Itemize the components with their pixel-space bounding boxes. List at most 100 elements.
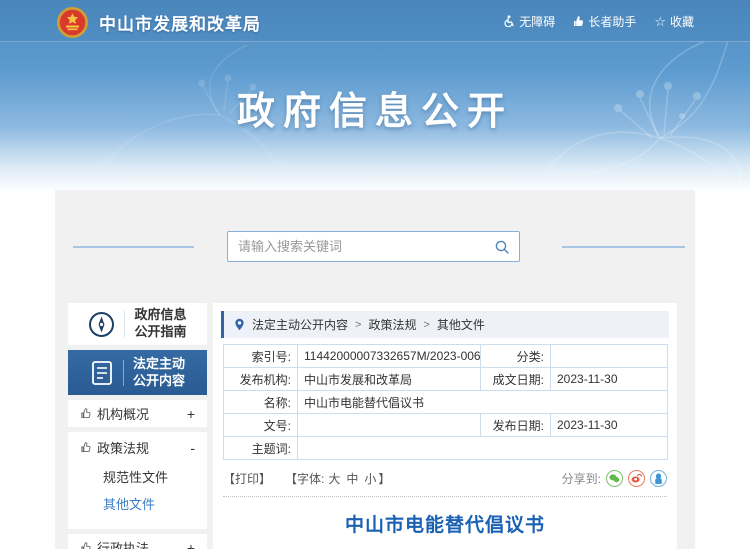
category-value (551, 345, 668, 368)
font-size-suffix: 】 (378, 470, 390, 487)
doc-number-value (298, 414, 481, 437)
sidebar-menu-policies: 政策法规 - 规范性文件 其他文件 (68, 432, 207, 529)
font-size-prefix: 【字体: (285, 470, 324, 487)
sidebar-item-enforcement[interactable]: 行政执法 + (68, 534, 207, 549)
breadcrumb-separator: > (423, 319, 429, 331)
thumb-icon (81, 542, 91, 549)
doc-number-label: 文号: (224, 414, 298, 437)
written-date-value: 2023-11-30 (551, 368, 668, 391)
main-panel: 法定主动公开内容 > 政策法规 > 其他文件 索引号: 114420000073… (213, 303, 677, 549)
font-medium-button[interactable]: 中 (346, 470, 358, 487)
keywords-label: 主题词: (224, 437, 298, 460)
font-small-button[interactable]: 小 (364, 470, 376, 487)
publish-date-label: 发布日期: (481, 414, 551, 437)
search-button[interactable] (485, 232, 519, 261)
compass-icon (88, 311, 115, 338)
weibo-share-button[interactable] (628, 470, 645, 487)
submenu-label: 其他文件 (103, 494, 155, 513)
article-title: 中山市电能替代倡议书 (213, 510, 677, 537)
menu-label: 行政执法 (97, 538, 149, 549)
elder-assistant-label: 长者助手 (588, 13, 636, 30)
share-controls: 分享到: (562, 470, 667, 487)
sidebar-guide-label: 政府信息 公开指南 (134, 307, 186, 341)
divider (223, 496, 667, 497)
written-date-label: 成文日期: (481, 368, 551, 391)
wheelchair-icon (503, 15, 515, 27)
breadcrumb: 法定主动公开内容 > 政策法规 > 其他文件 (221, 311, 669, 338)
sidebar-item-guide[interactable]: 政府信息 公开指南 (68, 303, 207, 345)
wechat-icon (609, 474, 620, 483)
top-links: 无障碍 长者助手 ☆ 收藏 (503, 0, 694, 42)
expand-icon[interactable]: + (187, 540, 195, 549)
sidebar-item-policies[interactable]: 政策法规 - (68, 432, 207, 463)
table-row: 名称: 中山市电能替代倡议书 (224, 391, 668, 414)
top-bar: 中山市发展和改革局 无障碍 长者助手 (0, 0, 750, 42)
location-pin-icon (234, 318, 245, 331)
breadcrumb-item-other-documents[interactable]: 其他文件 (437, 316, 485, 333)
collapse-icon[interactable]: - (190, 440, 195, 456)
accessibility-link[interactable]: 无障碍 (503, 13, 555, 30)
page-title: 政府信息公开 (0, 80, 750, 135)
keywords-value (298, 437, 668, 460)
menu-label: 机构概况 (97, 404, 149, 423)
sidebar-item-statutory-disclosure[interactable]: 法定主动 公开内容 (68, 350, 207, 395)
site-brand[interactable]: 中山市发展和改革局 (56, 5, 261, 39)
search-icon (494, 239, 510, 255)
favorite-link[interactable]: ☆ 收藏 (654, 13, 694, 30)
index-number-value: 11442000007332657M/2023-00662 (298, 345, 481, 368)
breadcrumb-separator: > (355, 319, 361, 331)
font-large-button[interactable]: 大 (328, 470, 340, 487)
breadcrumb-item-policies[interactable]: 政策法规 (368, 316, 416, 333)
sidebar-menu-enforcement: 行政执法 + (68, 534, 207, 549)
publisher-label: 发布机构: (224, 368, 298, 391)
thumb-icon (81, 442, 91, 453)
page: 中山市发展和改革局 无障碍 长者助手 (0, 0, 750, 549)
name-label: 名称: (224, 391, 298, 414)
star-icon: ☆ (654, 15, 666, 28)
sidebar-item-other-documents[interactable]: 其他文件 (68, 490, 207, 517)
table-row: 主题词: (224, 437, 668, 460)
search-box (227, 231, 520, 262)
accessibility-label: 无障碍 (519, 13, 555, 30)
publish-date-value: 2023-11-30 (551, 414, 668, 437)
share-label: 分享到: (562, 470, 601, 487)
search-decor-line-right (562, 246, 685, 248)
content-card: 政府信息 公开指南 法定主动 公开内容 (55, 190, 695, 549)
agency-name: 中山市发展和改革局 (99, 10, 261, 35)
thumb-icon (81, 408, 91, 419)
weibo-icon (631, 473, 642, 483)
name-value: 中山市电能替代倡议书 (298, 391, 668, 414)
elder-assistant-link[interactable]: 长者助手 (573, 13, 636, 30)
sidebar: 政府信息 公开指南 法定主动 公开内容 (68, 303, 207, 549)
qq-penguin-icon (654, 473, 663, 484)
print-button[interactable]: 【打印】 (223, 470, 271, 487)
document-info-table: 索引号: 11442000007332657M/2023-00662 分类: 发… (223, 344, 668, 460)
hand-icon (573, 15, 584, 27)
table-row: 发布机构: 中山市发展和改革局 成文日期: 2023-11-30 (224, 368, 668, 391)
font-size-controls: 大 中 小 (328, 470, 376, 487)
submenu-label: 规范性文件 (103, 467, 168, 486)
publisher-value: 中山市发展和改革局 (298, 368, 481, 391)
sidebar-item-organization[interactable]: 机构概况 + (68, 400, 207, 427)
document-icon (90, 360, 114, 386)
hero-banner: 中山市发展和改革局 无障碍 长者助手 (0, 0, 750, 192)
table-row: 索引号: 11442000007332657M/2023-00662 分类: (224, 345, 668, 368)
table-row: 文号: 发布日期: 2023-11-30 (224, 414, 668, 437)
national-emblem-logo (56, 6, 89, 39)
qq-share-button[interactable] (650, 470, 667, 487)
divider (123, 360, 124, 386)
breadcrumb-item-statutory[interactable]: 法定主动公开内容 (252, 316, 348, 333)
sidebar-menu-organization: 机构概况 + (68, 400, 207, 427)
favorite-label: 收藏 (670, 13, 694, 30)
toolbar: 【打印】 【字体: 大 中 小 】 分享到: (223, 468, 667, 488)
search-input[interactable] (228, 232, 485, 261)
wechat-share-button[interactable] (606, 470, 623, 487)
sidebar-statutory-label: 法定主动 公开内容 (133, 356, 185, 390)
index-number-label: 索引号: (224, 345, 298, 368)
divider (124, 311, 125, 337)
search-decor-line-left (73, 246, 194, 248)
category-label: 分类: (481, 345, 551, 368)
menu-label: 政策法规 (97, 438, 149, 457)
sidebar-item-normative-documents[interactable]: 规范性文件 (68, 463, 207, 490)
expand-icon[interactable]: + (187, 406, 195, 422)
